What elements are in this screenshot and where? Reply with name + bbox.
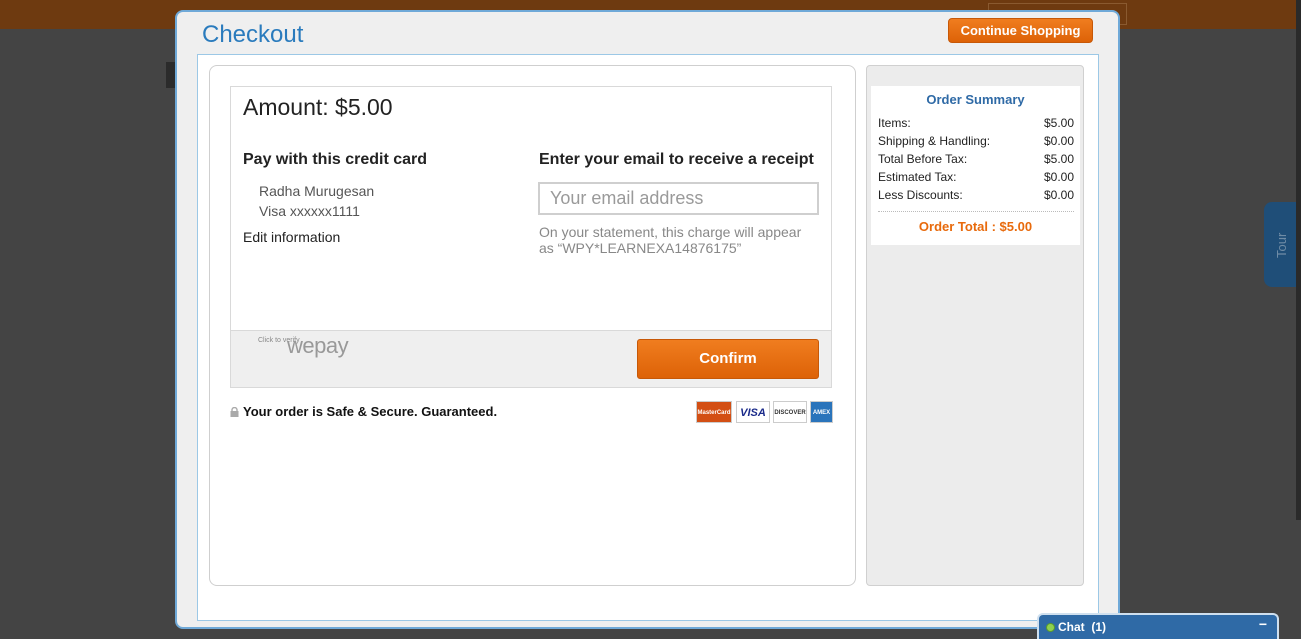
payment-box: Amount: $5.00 Pay with this credit card … <box>230 86 832 388</box>
card-number: Visa xxxxxx1111 <box>259 203 360 219</box>
pay-card-heading: Pay with this credit card <box>243 151 428 168</box>
summary-value: $5.00 <box>1043 152 1074 166</box>
summary-divider <box>878 211 1074 212</box>
chat-count: (1) <box>1091 620 1107 634</box>
summary-row-before-tax: Total Before Tax: $5.00 <box>878 152 1074 166</box>
order-summary-panel: Order Summary Items: $5.00 Shipping & Ha… <box>866 65 1084 586</box>
summary-row-items: Items: $5.00 <box>878 116 1074 130</box>
card-holder-name: Radha Murugesan <box>259 183 375 199</box>
chat-label[interactable]: Chat (1) <box>1058 620 1106 634</box>
minimize-icon[interactable]: − <box>1259 616 1267 632</box>
email-heading: Enter your email to receive a receipt <box>539 151 814 168</box>
chat-title: Chat <box>1058 620 1085 634</box>
summary-label: Less Discounts: <box>878 188 963 202</box>
tour-label: Tour <box>1274 232 1289 258</box>
summary-row-discounts: Less Discounts: $0.00 <box>878 188 1074 202</box>
secure-text: Your order is Safe & Secure. Guaranteed. <box>243 404 498 419</box>
discover-logo: DISCOVER <box>773 401 807 423</box>
chat-widget[interactable]: Chat (1) − <box>1037 613 1279 639</box>
confirm-button[interactable]: Confirm <box>637 339 819 379</box>
summary-value: $0.00 <box>1043 134 1074 148</box>
lock-icon <box>230 407 239 417</box>
page-scrollbar[interactable] <box>1296 0 1301 520</box>
order-total: Order Total : $5.00 <box>918 219 1033 234</box>
summary-value: $5.00 <box>1043 116 1074 130</box>
amex-logo: AMEX <box>810 401 833 423</box>
wepay-logo[interactable]: wepay <box>287 333 349 359</box>
edit-information-link[interactable]: Edit information <box>243 229 340 245</box>
summary-value: $0.00 <box>1043 188 1074 202</box>
mastercard-logo: MasterCard <box>696 401 732 423</box>
summary-row-tax: Estimated Tax: $0.00 <box>878 170 1074 184</box>
checkout-modal: Checkout Continue Shopping Amount: $5.00… <box>175 10 1120 629</box>
modal-title: Checkout <box>202 21 304 48</box>
amount-text: Amount: $5.00 <box>243 94 393 120</box>
secure-notice: Your order is Safe & Secure. Guaranteed. <box>230 404 497 419</box>
summary-label: Total Before Tax: <box>878 152 968 166</box>
continue-shopping-button[interactable]: Continue Shopping <box>948 18 1093 43</box>
summary-value: $0.00 <box>1043 170 1074 184</box>
summary-label: Shipping & Handling: <box>878 134 991 148</box>
order-summary-title: Order Summary <box>926 92 1025 107</box>
visa-logo: VISA <box>736 401 770 423</box>
order-summary-box: Order Summary Items: $5.00 Shipping & Ha… <box>871 86 1080 245</box>
payment-footer: Click to verify wepay Confirm <box>231 330 831 387</box>
summary-row-shipping: Shipping & Handling: $0.00 <box>878 134 1074 148</box>
modal-content: Amount: $5.00 Pay with this credit card … <box>197 54 1099 621</box>
statement-note: On your statement, this charge will appe… <box>539 224 802 256</box>
payment-panel: Amount: $5.00 Pay with this credit card … <box>209 65 856 586</box>
summary-label: Estimated Tax: <box>878 170 957 184</box>
online-status-icon <box>1046 623 1055 632</box>
summary-label: Items: <box>878 116 911 130</box>
email-input[interactable] <box>538 182 819 215</box>
